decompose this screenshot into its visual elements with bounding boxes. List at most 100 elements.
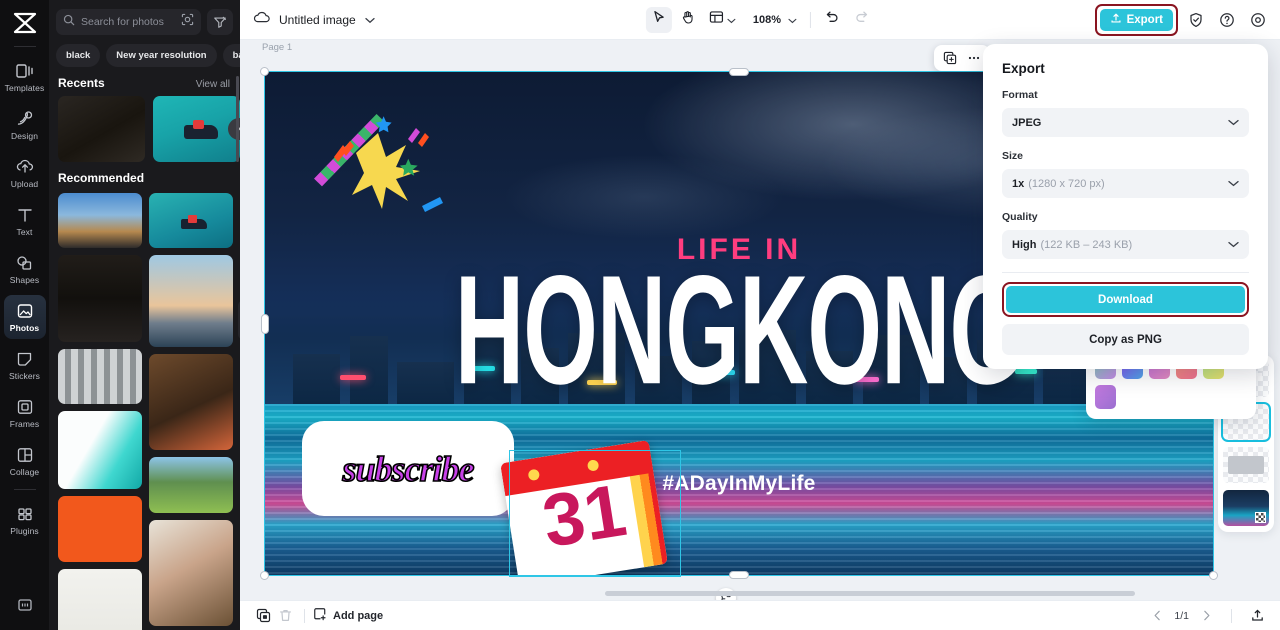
sidebar-item-templates[interactable]: Templates	[4, 55, 46, 99]
layout-tool-button[interactable]	[704, 7, 741, 33]
sidebar-item-stickers[interactable]: Stickers	[4, 343, 46, 387]
help-circle-icon[interactable]	[1214, 7, 1240, 33]
export-divider	[1002, 272, 1249, 273]
prev-page-button[interactable]	[1146, 605, 1168, 627]
add-page-label: Add page	[333, 609, 384, 622]
export-page-icon[interactable]	[1246, 605, 1268, 627]
settings-gear-icon[interactable]	[1245, 7, 1271, 33]
photo-thumb[interactable]	[58, 411, 142, 489]
photo-thumb[interactable]	[58, 349, 142, 404]
left-rail: Templates Design Upload Text Shapes Phot…	[0, 0, 49, 630]
zoom-level-button[interactable]: 108%	[744, 7, 802, 33]
sidebar-item-collage[interactable]: Collage	[4, 439, 46, 483]
photo-thumb[interactable]	[58, 496, 142, 562]
page-indicator: 1/1	[1174, 609, 1189, 622]
quality-label: Quality	[1002, 211, 1038, 223]
layout-icon	[709, 10, 724, 29]
photo-thumb[interactable]	[58, 193, 142, 248]
redo-icon	[854, 10, 869, 29]
duplicate-page-icon[interactable]	[252, 605, 274, 627]
chip-new-year-resolution[interactable]: New year resolution	[106, 44, 217, 67]
trash-icon[interactable]	[274, 605, 296, 627]
capcut-logo-icon[interactable]	[8, 8, 42, 38]
export-button-highlight: Export	[1094, 3, 1178, 36]
chevron-down-icon	[788, 11, 797, 29]
top-toolbar: Untitled image 108% Export	[240, 0, 1280, 40]
upload-icon	[15, 157, 35, 177]
export-panel-title: Export	[1002, 61, 1045, 76]
recents-view-all[interactable]: View all	[196, 79, 230, 90]
layer-thumb-photo[interactable]	[1223, 490, 1269, 526]
photo-thumb[interactable]	[149, 457, 233, 513]
hand-tool-button[interactable]	[675, 7, 701, 33]
cloud-saved-icon	[253, 10, 270, 30]
artwork-sparkle-wand	[312, 109, 452, 244]
artwork-calendar-sticker: 31	[500, 440, 668, 576]
sidebar-item-design[interactable]: Design	[4, 103, 46, 147]
export-panel: Export Format JPEG Size 1x (1280 x 720 p…	[983, 44, 1268, 369]
chip-black[interactable]: black	[56, 44, 101, 67]
sidebar-item-label: Stickers	[8, 371, 41, 382]
help-doc-icon[interactable]	[16, 597, 34, 618]
panel-scrollbar[interactable]	[236, 76, 239, 162]
recent-thumbnail[interactable]	[153, 96, 240, 162]
sidebar-item-frames[interactable]: Frames	[4, 391, 46, 435]
layer-thumb-shape[interactable]	[1223, 447, 1269, 483]
download-button[interactable]: Download	[1006, 286, 1245, 313]
photo-thumb[interactable]	[58, 569, 142, 630]
search-placeholder: Search for photos	[81, 16, 164, 28]
chip-background[interactable]: background	[222, 44, 240, 67]
photo-thumb[interactable]	[58, 255, 142, 342]
sidebar-item-label: Plugins	[10, 526, 39, 537]
photo-thumb[interactable]	[149, 354, 233, 450]
panel-collapse-handle[interactable]	[238, 300, 240, 340]
sidebar-item-plugins[interactable]: Plugins	[4, 498, 46, 542]
recommended-header: Recommended	[49, 162, 240, 189]
chevron-down-icon[interactable]	[365, 11, 375, 29]
sidebar-item-upload[interactable]: Upload	[4, 151, 46, 195]
recent-thumbnail[interactable]	[58, 96, 145, 162]
sidebar-item-text[interactable]: Text	[4, 199, 46, 243]
plugins-icon	[15, 504, 35, 524]
photo-thumb[interactable]	[149, 255, 233, 347]
search-icon	[63, 13, 75, 31]
chevron-down-icon	[1228, 239, 1239, 251]
document-title[interactable]: Untitled image	[253, 10, 375, 30]
search-input[interactable]: Search for photos	[56, 9, 201, 35]
color-swatch[interactable]	[1095, 385, 1116, 409]
sidebar-item-photos[interactable]: Photos	[3, 295, 46, 339]
quality-select[interactable]: High (122 KB – 243 KB)	[1002, 230, 1249, 259]
redo-button[interactable]	[848, 7, 874, 33]
horizontal-scrollbar[interactable]	[605, 591, 1135, 596]
photo-column	[149, 193, 233, 630]
rail-divider-2	[13, 489, 36, 490]
export-button-label: Export	[1126, 13, 1163, 26]
recents-title: Recents	[58, 76, 105, 90]
image-search-icon[interactable]	[181, 13, 194, 31]
filter-icon[interactable]	[207, 9, 233, 35]
sidebar-item-label: Templates	[4, 83, 45, 94]
size-select[interactable]: 1x (1280 x 720 px)	[1002, 169, 1249, 198]
photo-thumb[interactable]	[149, 193, 233, 248]
next-page-button[interactable]	[1195, 605, 1217, 627]
duplicate-icon[interactable]	[939, 47, 961, 69]
shield-icon[interactable]	[1183, 7, 1209, 33]
download-button-highlight: Download	[1002, 282, 1249, 317]
recents-header: Recents View all	[49, 67, 240, 96]
document-title-text: Untitled image	[279, 12, 356, 27]
undo-button[interactable]	[819, 7, 845, 33]
format-select[interactable]: JPEG	[1002, 108, 1249, 137]
bottombar-divider	[304, 608, 305, 623]
photo-thumb[interactable]	[149, 520, 233, 626]
export-button[interactable]: Export	[1099, 8, 1173, 31]
sidebar-item-shapes[interactable]: Shapes	[4, 247, 46, 291]
main-area: Untitled image 108% Export Page 1 LIFE I…	[240, 0, 1280, 630]
more-horizontal-icon[interactable]	[963, 47, 985, 69]
add-page-button[interactable]: Add page	[313, 607, 383, 624]
chevron-down-icon	[727, 11, 736, 29]
size-label: Size	[1002, 150, 1024, 162]
photos-icon	[15, 301, 35, 321]
format-value: JPEG	[1012, 116, 1042, 129]
select-tool-button[interactable]	[645, 6, 672, 33]
copy-as-png-button[interactable]: Copy as PNG	[1002, 324, 1249, 355]
